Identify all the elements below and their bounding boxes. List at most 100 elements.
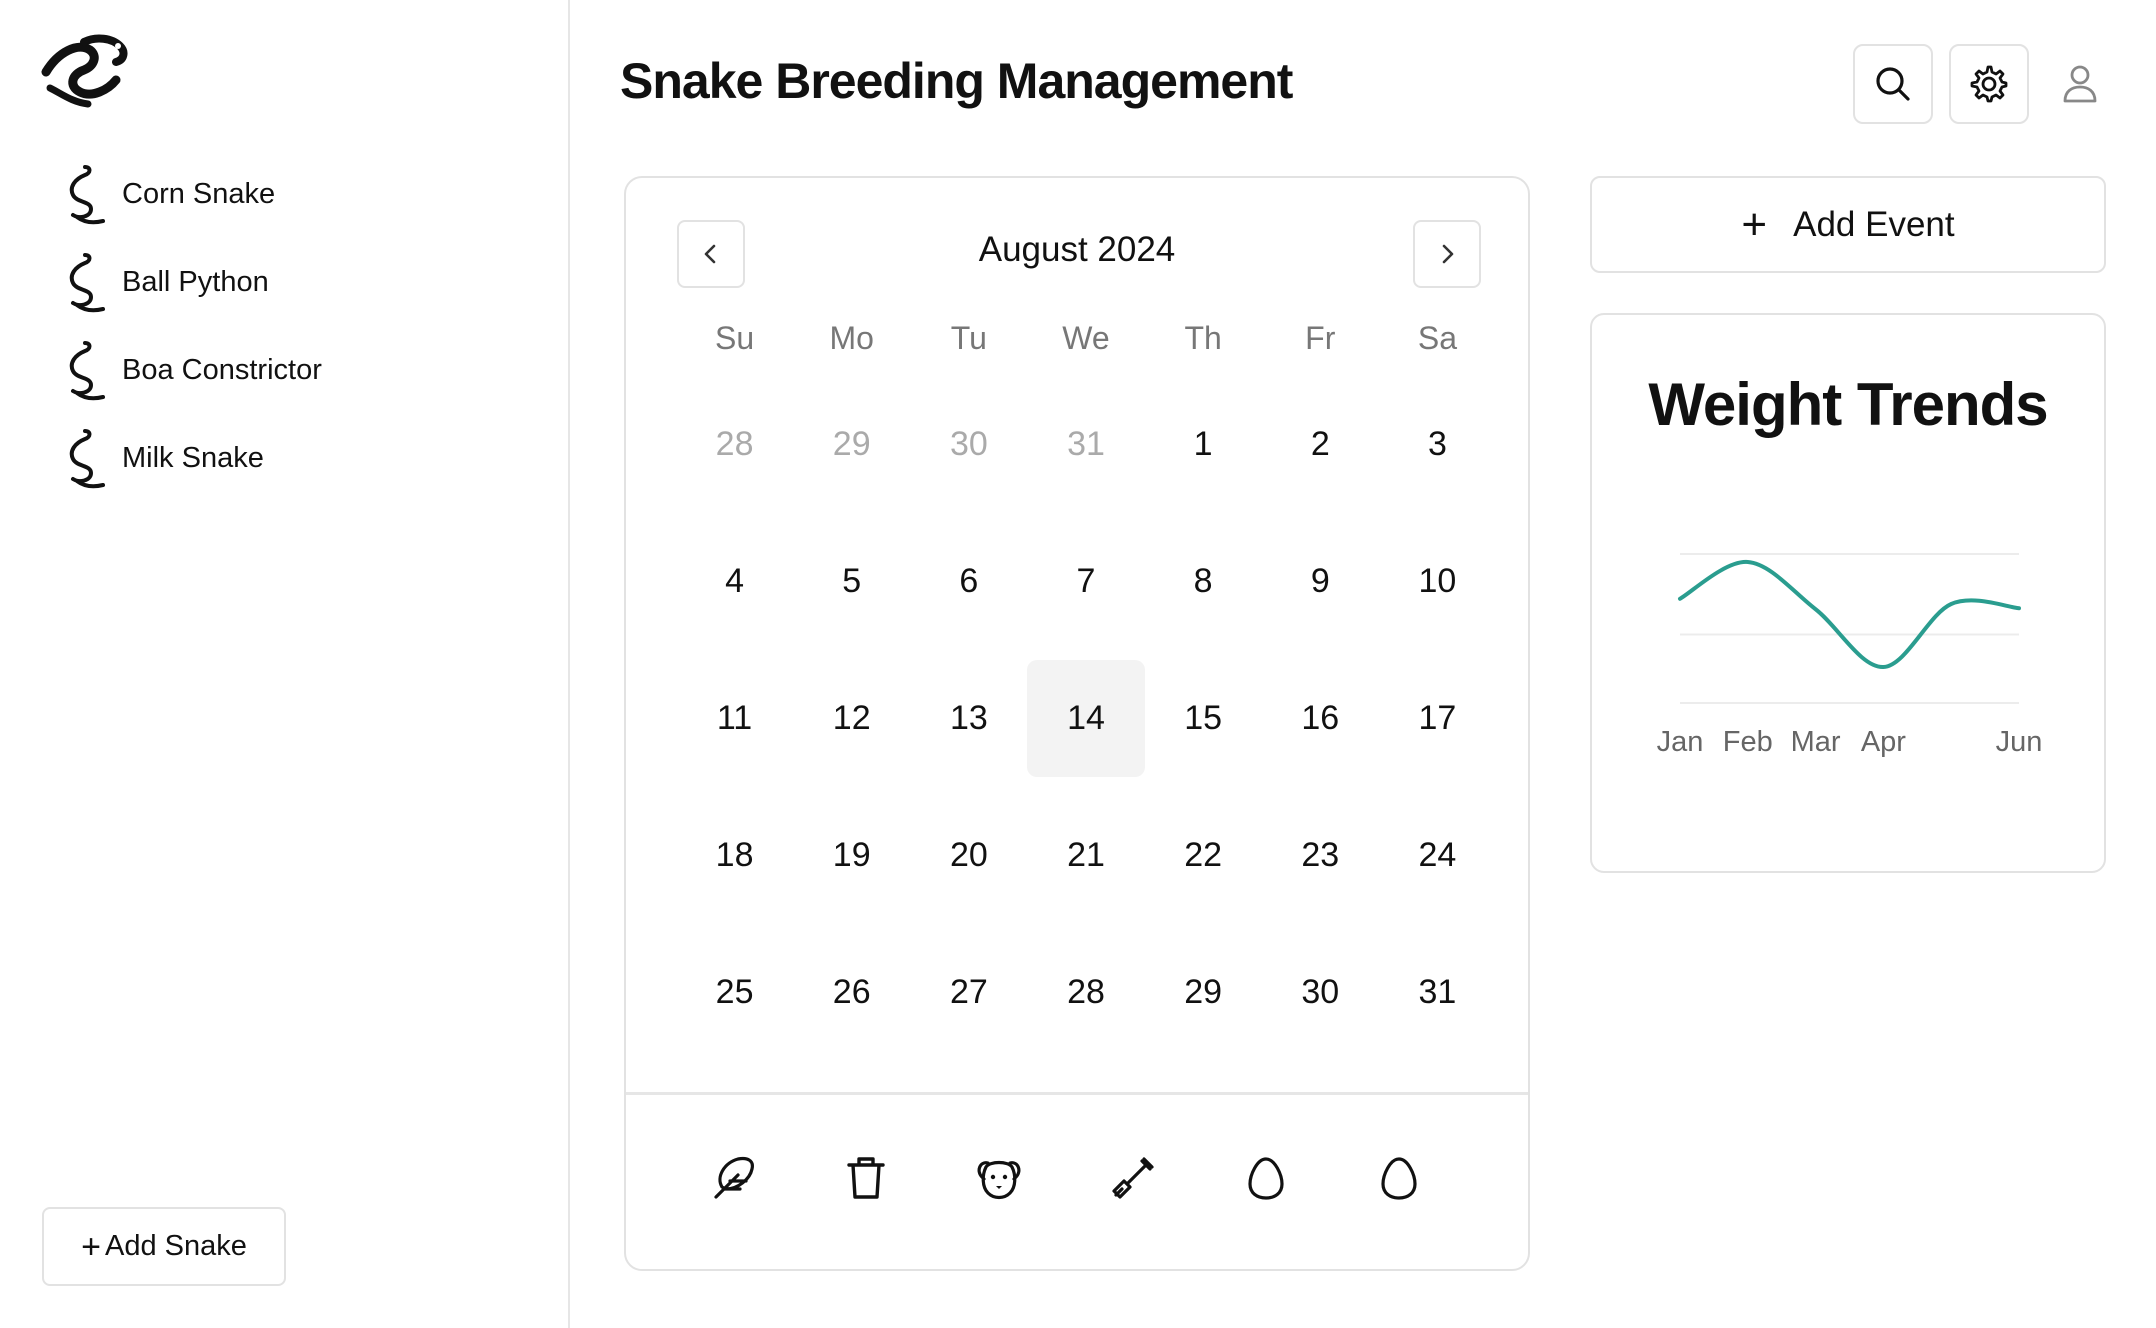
calendar-day[interactable]: 24 — [1379, 797, 1496, 914]
calendar-day-selected[interactable]: 14 — [1027, 660, 1145, 777]
plus-icon: + — [1741, 199, 1768, 249]
calendar-card: August 2024 Su Mo Tu We Th Fr Sa 28 29 30 3… — [624, 176, 1530, 1271]
calendar-day[interactable]: 7 — [1027, 523, 1144, 640]
add-snake-label: Add Snake — [104, 1230, 247, 1262]
snake-icon — [58, 338, 110, 402]
sidebar-item-label: Milk Snake — [122, 441, 264, 474]
calendar-day[interactable]: 2 — [1262, 386, 1379, 503]
handling-tool-button[interactable] — [933, 1138, 1066, 1218]
calendar-day[interactable]: 12 — [793, 660, 910, 777]
calendar-day[interactable]: 23 — [1262, 797, 1379, 914]
x-tick-label: Mar — [1791, 726, 1841, 758]
calendar-day[interactable]: 21 — [1027, 797, 1144, 914]
sidebar-item-ball-python[interactable]: Ball Python — [58, 238, 322, 326]
calendar-grid: 28 29 30 31 1 2 3 4 5 6 7 8 9 10 11 12 13 14 15 16 17 18 19 20 2… — [676, 386, 1496, 1071]
add-event-label: Add Event — [1793, 204, 1955, 244]
calendar-day[interactable]: 22 — [1145, 797, 1262, 914]
egg-laying-tool-button[interactable] — [1199, 1138, 1332, 1218]
cleaning-tool-button[interactable] — [799, 1138, 932, 1218]
add-snake-button[interactable]: + Add Snake — [42, 1207, 286, 1286]
weekday-header: Su Mo Tu We Th Fr Sa — [676, 320, 1496, 357]
calendar-month-label: August 2024 — [978, 230, 1176, 269]
feeding-tool-button[interactable] — [666, 1138, 799, 1218]
calendar-week-row: 25 26 27 28 29 30 31 — [676, 934, 1496, 1071]
calendar-day[interactable]: 8 — [1145, 523, 1262, 640]
snake-icon — [58, 426, 110, 490]
weekday-label: Sa — [1417, 320, 1457, 356]
chevron-right-icon — [1442, 244, 1454, 264]
plus-icon: + — [81, 1227, 101, 1266]
calendar-day[interactable]: 31 — [1379, 934, 1496, 1051]
hatching-tool-button[interactable] — [1333, 1138, 1466, 1218]
calendar-day[interactable]: 1 — [1145, 386, 1262, 503]
weekday-label: Tu — [950, 320, 987, 356]
calendar-day[interactable]: 4 — [676, 523, 793, 640]
calendar-day[interactable]: 6 — [910, 523, 1027, 640]
sidebar-item-label: Corn Snake — [122, 177, 276, 210]
calendar-day[interactable]: 11 — [676, 660, 793, 777]
weight-trends-card: Weight Trends Jan Feb Mar Apr Jun — [1590, 313, 2106, 873]
calendar-day[interactable]: 18 — [676, 797, 793, 914]
x-tick-label: Jun — [1996, 726, 2043, 758]
calendar-day[interactable]: 3 — [1379, 386, 1496, 503]
calendar-day[interactable]: 30 — [1262, 934, 1379, 1051]
calendar-day[interactable]: 20 — [910, 797, 1027, 914]
calendar-day[interactable]: 17 — [1379, 660, 1496, 777]
calendar-day[interactable]: 27 — [910, 934, 1027, 1051]
search-button[interactable] — [1853, 44, 1933, 124]
snake-logo-icon[interactable] — [38, 32, 134, 110]
feather-icon — [714, 1156, 754, 1199]
calendar-day[interactable]: 16 — [1262, 660, 1379, 777]
calendar-day-outside-month[interactable]: 31 — [1027, 386, 1144, 503]
sidebar-item-label: Boa Constrictor — [122, 353, 322, 386]
event-type-toolbar — [666, 1138, 1466, 1218]
sidebar-item-milk-snake[interactable]: Milk Snake — [58, 414, 322, 502]
user-icon — [2063, 65, 2097, 103]
search-icon — [1876, 67, 1910, 101]
snake-icon — [58, 162, 110, 226]
sidebar: Corn Snake Ball Python Boa Constrictor M… — [0, 0, 570, 1328]
weight-series-line — [1678, 559, 2021, 670]
calendar-day[interactable]: 15 — [1145, 660, 1262, 777]
egg-icon — [1248, 1157, 1284, 1200]
calendar-day[interactable]: 13 — [910, 660, 1027, 777]
snake-icon — [58, 250, 110, 314]
shovel-icon — [1112, 1157, 1154, 1199]
calendar-day[interactable]: 10 — [1379, 523, 1496, 640]
calendar-day-outside-month[interactable]: 30 — [910, 386, 1027, 503]
weekday-label: Mo — [829, 320, 874, 356]
egg-icon — [1381, 1157, 1417, 1200]
calendar-day[interactable]: 19 — [793, 797, 910, 914]
sidebar-item-label: Ball Python — [122, 265, 269, 298]
calendar-day[interactable]: 25 — [676, 934, 793, 1051]
calendar-week-row: 18 19 20 21 22 23 24 — [676, 797, 1496, 934]
settings-button[interactable] — [1949, 44, 2029, 124]
calendar-day-outside-month[interactable]: 28 — [676, 386, 793, 503]
weight-trends-chart: Jan Feb Mar Apr Jun — [1657, 553, 2043, 758]
user-button[interactable] — [2040, 44, 2120, 124]
dog-icon — [977, 1160, 1021, 1200]
divider — [626, 1092, 1528, 1095]
calendar-day-outside-month[interactable]: 29 — [793, 386, 910, 503]
calendar-day[interactable]: 9 — [1262, 523, 1379, 640]
shedding-tool-button[interactable] — [1066, 1138, 1199, 1218]
calendar-week-row: 11 12 13 14 15 16 17 — [676, 660, 1496, 797]
next-month-button[interactable] — [1413, 220, 1481, 288]
calendar-day[interactable]: 5 — [793, 523, 910, 640]
weekday-label: Th — [1184, 320, 1222, 356]
snake-list: Corn Snake Ball Python Boa Constrictor M… — [58, 150, 322, 502]
weekday-label: Fr — [1305, 320, 1336, 356]
x-tick-label: Apr — [1861, 726, 1906, 758]
x-tick-label: Jan — [1657, 726, 1704, 758]
trash-icon — [847, 1157, 885, 1199]
calendar-week-row: 28 29 30 31 1 2 3 — [676, 386, 1496, 523]
sidebar-item-boa-constrictor[interactable]: Boa Constrictor — [58, 326, 322, 414]
weekday-label: We — [1062, 320, 1110, 356]
calendar-day[interactable]: 26 — [793, 934, 910, 1051]
calendar-day[interactable]: 29 — [1145, 934, 1262, 1051]
x-tick-label: Feb — [1723, 726, 1773, 758]
page-title: Snake Breeding Management — [620, 53, 1293, 109]
calendar-day[interactable]: 28 — [1027, 934, 1144, 1051]
add-event-button[interactable]: + Add Event — [1590, 176, 2106, 273]
sidebar-item-corn-snake[interactable]: Corn Snake — [58, 150, 322, 238]
